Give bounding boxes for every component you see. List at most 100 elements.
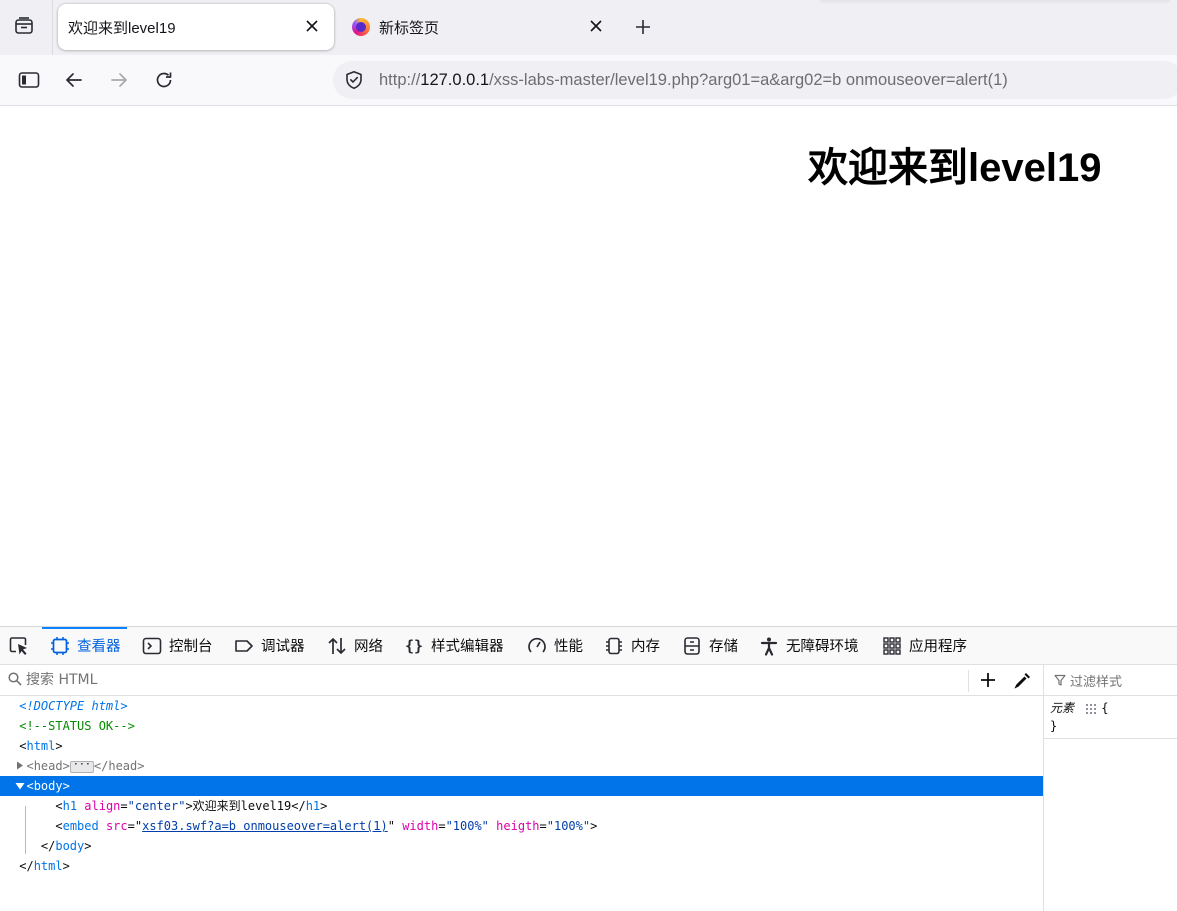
tab-label: 调试器: [261, 639, 305, 655]
attr-value[interactable]: "100%": [446, 819, 489, 833]
tracking-protection-button[interactable]: [343, 69, 365, 91]
tab-label: 应用程序: [909, 639, 967, 655]
tab-storage[interactable]: 存储: [682, 627, 738, 664]
tab-network[interactable]: 网络: [327, 627, 383, 664]
tab-strip-edge: [820, 0, 1170, 4]
tab-new-tab[interactable]: 新标签页: [342, 4, 618, 50]
markup-node-body[interactable]: <body>: [0, 776, 1043, 796]
url-text[interactable]: http://127.0.0.1/xss-labs-master/level19…: [379, 71, 1008, 90]
new-tab-button[interactable]: [628, 12, 658, 42]
devtools-panel: 查看器 控制台 调试器 网络 {} 样式编辑器 性能 内存 存储 无障碍环境 应…: [0, 626, 1177, 911]
markup-node-head[interactable]: <head> ··· </head>: [0, 756, 1043, 776]
close-tab-button[interactable]: [302, 16, 322, 36]
back-button[interactable]: [58, 64, 90, 96]
filter-icon: [1054, 674, 1066, 686]
attr-name[interactable]: align: [84, 799, 120, 813]
firefox-icon: [352, 18, 370, 36]
attr-value[interactable]: "100%": [547, 819, 590, 833]
forward-button[interactable]: [103, 64, 135, 96]
plus-icon: [981, 673, 995, 687]
element-rule[interactable]: 元素 { }: [1044, 696, 1177, 739]
tag-name: body: [55, 839, 85, 853]
tab-label: 查看器: [77, 639, 121, 655]
rule-close-brace: }: [1050, 719, 1058, 733]
tab-label: 内存: [631, 639, 660, 655]
markup-view: <!DOCTYPE html> <!--STATUS OK--> <html> …: [0, 696, 1043, 911]
debugger-icon: [234, 636, 254, 656]
tab-list-icon: [15, 17, 33, 34]
url-bar[interactable]: http://127.0.0.1/xss-labs-master/level19…: [333, 61, 1177, 99]
plus-icon: [636, 20, 650, 34]
tab-label: 网络: [354, 639, 383, 655]
close-icon: [590, 20, 602, 32]
reload-button[interactable]: [148, 64, 180, 96]
tab-separator: [52, 0, 53, 55]
console-icon: [142, 636, 162, 656]
expand-twisty[interactable]: [14, 756, 26, 776]
sidebar-toggle-button[interactable]: [13, 64, 45, 96]
eyedropper-icon: [1014, 673, 1030, 689]
tab-title: 新标签页: [379, 19, 440, 37]
search-icon: [8, 672, 22, 686]
memory-icon: [604, 636, 624, 656]
attr-name[interactable]: src: [106, 819, 128, 833]
tab-label: 存储: [709, 639, 738, 655]
markup-node-comment[interactable]: <!--STATUS OK-->: [0, 716, 1043, 736]
tab-performance[interactable]: 性能: [527, 627, 583, 664]
indent-guide: [25, 806, 26, 854]
shield-icon: [346, 71, 362, 90]
search-html-input[interactable]: [26, 669, 926, 691]
tab-style-editor[interactable]: {} 样式编辑器: [404, 627, 504, 664]
markup-node-h1[interactable]: <h1 align="center">欢迎来到level19</h1>: [0, 796, 1043, 816]
attr-name[interactable]: heigth: [496, 819, 539, 833]
element-picker-button[interactable]: [4, 631, 34, 661]
tag-name: h1: [62, 799, 78, 813]
tab-level19[interactable]: 欢迎来到level19: [58, 4, 334, 50]
comment-text: <!--STATUS OK-->: [19, 719, 135, 733]
tab-title: 欢迎来到level19: [68, 19, 176, 37]
markup-node-body-close[interactable]: </body>: [0, 836, 1043, 856]
tab-application[interactable]: 应用程序: [882, 627, 967, 664]
tab-label: 性能: [554, 639, 583, 655]
collapse-twisty[interactable]: [14, 776, 26, 796]
add-node-button[interactable]: [977, 669, 999, 691]
sidebar-icon: [18, 72, 40, 88]
rules-panel: 过滤样式 元素 { }: [1043, 665, 1177, 911]
tag-name: html: [33, 859, 63, 873]
close-icon: [306, 20, 318, 32]
eyedropper-button[interactable]: [1012, 669, 1034, 691]
application-icon: [882, 636, 902, 656]
markup-node-doctype[interactable]: <!DOCTYPE html>: [0, 696, 1043, 716]
tag-name: head: [33, 759, 63, 773]
markup-node-html[interactable]: <html>: [0, 736, 1043, 756]
tab-list-button[interactable]: [8, 10, 40, 42]
html-search-bar: [0, 665, 1043, 696]
tab-inspector[interactable]: 查看器: [42, 627, 126, 664]
tag-name: embed: [62, 819, 99, 833]
tag-name: head: [108, 759, 138, 773]
close-tab-button[interactable]: [586, 16, 606, 36]
drag-grid-icon[interactable]: [1085, 703, 1097, 715]
attr-value[interactable]: "center": [128, 799, 186, 813]
markup-node-html-close[interactable]: </html>: [0, 856, 1043, 876]
triangle-right-icon: [17, 761, 24, 770]
url-host: 127.0.0.1: [420, 70, 490, 89]
tab-label: 无障碍环境: [786, 639, 859, 655]
inspector-icon: [50, 636, 70, 656]
attr-value-link[interactable]: xsf03.swf?a=b onmouseover=alert(1): [142, 819, 388, 833]
filter-styles-field[interactable]: 过滤样式: [1044, 665, 1177, 696]
doctype-text: <!DOCTYPE html>: [19, 699, 128, 713]
tab-debugger[interactable]: 调试器: [234, 627, 305, 664]
attr-name[interactable]: width: [402, 819, 438, 833]
performance-icon: [527, 636, 547, 656]
page-heading: 欢迎来到level19: [808, 146, 1102, 190]
tab-memory[interactable]: 内存: [604, 627, 660, 664]
collapsed-content-button[interactable]: ···: [69, 759, 94, 773]
tab-accessibility[interactable]: 无障碍环境: [759, 627, 859, 664]
triangle-down-icon: [15, 783, 25, 790]
accessibility-icon: [759, 636, 779, 656]
tab-console[interactable]: 控制台: [142, 627, 213, 664]
tab-label: 控制台: [169, 639, 213, 655]
text-node[interactable]: 欢迎来到level19: [193, 799, 292, 813]
markup-node-embed[interactable]: <embed src="xsf03.swf?a=b onmouseover=al…: [0, 816, 1043, 836]
